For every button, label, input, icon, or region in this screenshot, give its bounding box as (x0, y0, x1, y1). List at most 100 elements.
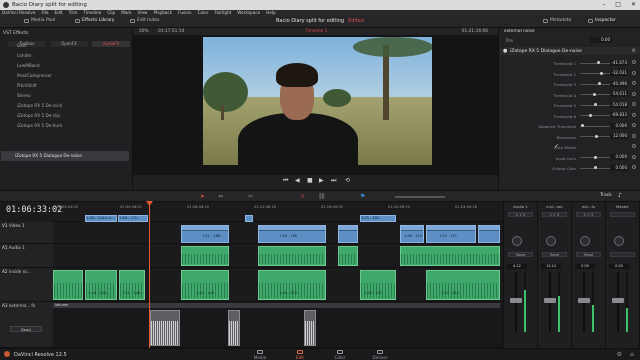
home-icon[interactable]: ⌂ (630, 351, 634, 358)
automation-mode-dropdown[interactable]: Read (10, 326, 42, 332)
channel-mode[interactable]: Read (508, 252, 533, 257)
page-media[interactable]: Media (245, 350, 275, 360)
pan-knob-icon[interactable] (614, 236, 624, 246)
stop-icon[interactable]: ■ (307, 177, 313, 184)
fx-item-stereo[interactable]: Stereo (3, 91, 131, 101)
param-slider-knob[interactable] (593, 103, 597, 106)
param-value[interactable]: -40.496 (610, 80, 628, 87)
timeline-ruler[interactable]: 01:03:04:00 01:04:08:02 01:08:08:10 01:1… (53, 203, 501, 213)
video-clip[interactable] (338, 225, 358, 243)
audio-clip[interactable]: 1:46 - 210 (258, 270, 326, 300)
fx-item-lowmband[interactable]: LowMBand (3, 61, 131, 71)
snap-icon[interactable]: ∩ (300, 193, 304, 200)
fader-cap[interactable] (578, 298, 590, 303)
fx-item-declip[interactable]: iZotope RX 5 De-clip (3, 111, 131, 121)
video-clip[interactable]: 1:25 - 162 (360, 215, 396, 222)
track-header-v1[interactable]: V1 Video 1 (0, 222, 53, 244)
maximize-icon[interactable]: □ (615, 1, 621, 8)
fx-item-pitchshift[interactable]: PitchShift (3, 81, 131, 91)
video-clip[interactable]: 1:46 - 172... (118, 215, 148, 222)
audio-clip[interactable]: 1:22 - 145 (181, 270, 229, 300)
audio-clip-noise[interactable] (304, 310, 316, 346)
param-slider[interactable] (580, 125, 610, 127)
channel-mode[interactable]: Read (542, 252, 567, 257)
audio-clip[interactable] (53, 270, 83, 300)
pan-knob-icon[interactable] (512, 236, 522, 246)
channel-mode[interactable]: Read (576, 252, 601, 257)
playhead[interactable] (149, 203, 150, 348)
timeline-selector[interactable]: Timeline 1 (305, 29, 327, 34)
volume-lane-label[interactable]: Volume (53, 303, 500, 308)
music-note-icon[interactable]: ♪ (618, 192, 622, 199)
video-clip[interactable] (478, 225, 500, 243)
fx-item-declick[interactable]: iZotope RX 5 De-click (3, 101, 131, 111)
link-icon[interactable]: ⛓ (318, 193, 326, 200)
reset-icon[interactable] (632, 154, 636, 159)
loop-icon[interactable]: ⟲ (345, 177, 350, 184)
audio-clip[interactable] (400, 246, 500, 266)
audio-clip[interactable]: 1:18 - 144... (85, 270, 117, 300)
reset-icon[interactable] (632, 102, 636, 106)
selection-tool-icon[interactable]: ➤ (200, 193, 205, 200)
minimize-icon[interactable]: – (602, 1, 605, 8)
param-slider-knob[interactable] (594, 166, 597, 169)
audio-clip[interactable]: 1:21 - 146... (119, 270, 145, 300)
blade-tool-icon[interactable]: ✂ (248, 193, 253, 200)
reset-icon[interactable] (632, 165, 636, 169)
fx-item-gain[interactable]: Gain (3, 41, 131, 51)
param-value[interactable]: 12.000 (610, 133, 628, 139)
close-icon[interactable]: ✕ (631, 1, 636, 8)
param-slider[interactable] (580, 83, 610, 85)
pan-knob-icon[interactable] (580, 236, 590, 246)
channel-mode[interactable] (610, 252, 635, 257)
video-clip[interactable]: 1:18 - 144.h.d... (85, 215, 117, 222)
checkbox-checked-icon[interactable]: ✓ (554, 143, 559, 150)
audio-clip-noise[interactable] (150, 310, 180, 346)
param-slider-knob[interactable] (597, 82, 601, 85)
video-clip[interactable]: 1:48 - 210 (400, 225, 424, 243)
audio-clip[interactable] (258, 246, 326, 266)
video-clip[interactable]: 1:22 - 211 (426, 225, 476, 243)
trim-tool-icon[interactable]: ⇔ (218, 193, 223, 200)
param-slider-knob[interactable] (593, 92, 597, 96)
play-reverse-icon[interactable]: ◀ (295, 177, 300, 184)
reset-icon[interactable] (632, 60, 636, 64)
fader-cap[interactable] (510, 298, 522, 303)
play-icon[interactable]: ▶ (319, 177, 324, 184)
flag-icon[interactable]: ⚑ (360, 193, 365, 200)
param-slider[interactable] (580, 73, 610, 74)
param-slider-knob[interactable] (580, 124, 584, 127)
pan-knob-icon[interactable] (546, 236, 556, 246)
settings-icon[interactable]: ⚙ (617, 351, 622, 358)
fx-item-dialogue-denoise[interactable]: iZotope RX 5 Dialogue De-noise (1, 151, 129, 161)
param-value[interactable]: 0.000 (610, 122, 628, 129)
fader-cap[interactable] (612, 298, 624, 303)
track-header-a1[interactable]: A1 Audio 1 (0, 244, 53, 268)
param-value[interactable]: -54.018 (610, 101, 628, 108)
audio-clip[interactable]: 1:26 - 171 (360, 270, 396, 300)
track-header-a2[interactable]: A2 inside ro... (0, 268, 53, 302)
channel-route[interactable] (610, 212, 635, 217)
param-value[interactable]: -41.674 (610, 59, 628, 66)
viewer-zoom[interactable]: 50% (139, 29, 149, 34)
param-slider-knob[interactable] (595, 134, 599, 138)
audio-clip-noise[interactable] (228, 310, 240, 346)
param-slider-knob[interactable] (594, 155, 597, 159)
audio-clip[interactable] (338, 246, 358, 266)
fx-item-peakcompressor[interactable]: PeakCompressor (3, 71, 131, 81)
reset-icon[interactable] (632, 123, 636, 127)
track-mode[interactable]: Track (600, 193, 612, 198)
param-value[interactable]: -54.611 (610, 91, 628, 97)
param-slider-knob[interactable] (597, 61, 601, 64)
skip-start-icon[interactable]: ⏮ (283, 177, 288, 185)
audio-clip[interactable]: 1:22 - 210 (426, 270, 500, 300)
channel-route[interactable]: 1 + 2 (576, 212, 601, 217)
reset-icon[interactable] (632, 144, 636, 148)
zoom-slider[interactable] (395, 196, 445, 198)
skip-end-icon[interactable]: ⏭ (331, 177, 336, 185)
param-slider-knob[interactable] (600, 71, 604, 75)
fader-cap[interactable] (544, 298, 556, 303)
page-edit[interactable]: Edit (285, 350, 315, 360)
reset-icon[interactable] (632, 91, 636, 96)
param-value[interactable]: 0.000 (610, 164, 628, 171)
